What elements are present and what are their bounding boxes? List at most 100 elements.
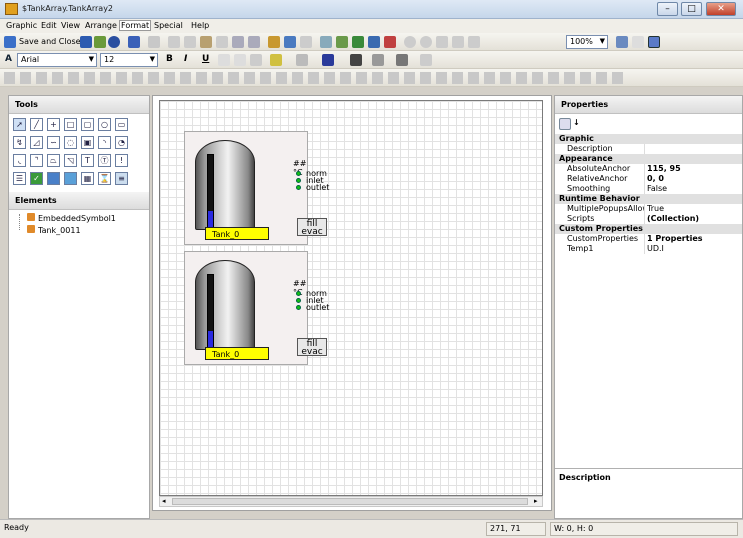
copy-icon[interactable] (184, 36, 196, 48)
font-grow-icon[interactable] (218, 54, 230, 66)
property-category[interactable]: Graphic (555, 134, 742, 144)
line-pattern-icon[interactable] (372, 54, 384, 66)
zoom-combo[interactable]: 100% ▼ (566, 35, 608, 49)
validate-icon[interactable] (384, 36, 396, 48)
undo-icon[interactable] (128, 36, 140, 48)
property-value[interactable]: 1 Properties (647, 234, 737, 244)
property-row[interactable]: Description (555, 144, 742, 154)
menu-help[interactable]: Help (191, 21, 209, 30)
line-color-icon[interactable] (270, 54, 282, 66)
arc-tool-icon[interactable]: ◝ (98, 136, 111, 149)
font-name-combo[interactable]: Arial ▼ (17, 53, 97, 67)
graphic-canvas[interactable]: Tank_0 ## °C norm inlet outlet fillevac … (159, 100, 543, 496)
zoom-fit-icon[interactable] (436, 36, 448, 48)
menu-special[interactable]: Special (154, 21, 183, 30)
menu-graphic[interactable]: Graphic (6, 21, 37, 30)
trapezoid-tool-icon[interactable]: ⏢ (47, 154, 60, 167)
property-value[interactable]: 115, 95 (647, 164, 737, 174)
font-size-combo[interactable]: 12 ▼ (100, 53, 158, 67)
corner-tool-icon[interactable]: ⌝ (30, 154, 43, 167)
redo-icon[interactable] (148, 36, 160, 48)
button-tool-icon[interactable]: ▭ (115, 118, 128, 131)
tree-item-tank-0011[interactable]: Tank_0011 (27, 225, 81, 235)
line-tool-icon[interactable]: ╱ (30, 118, 43, 131)
underline-button[interactable]: U (202, 54, 209, 64)
paste-icon[interactable] (200, 36, 212, 48)
fill-evac-button[interactable]: fill evac (297, 218, 327, 237)
tank-symbol-1[interactable]: Tank_0 ## °C norm inlet outlet fillevac (184, 131, 329, 245)
embed-icon[interactable] (268, 36, 280, 48)
help-icon[interactable] (108, 36, 120, 48)
menu-edit[interactable]: Edit (41, 21, 57, 30)
arrange-tools-icon[interactable] (4, 72, 624, 84)
pan-icon[interactable] (632, 36, 644, 48)
text-tool-icon[interactable]: T (81, 154, 94, 167)
status-tool-icon[interactable]: ! (115, 154, 128, 167)
property-row[interactable]: Smoothing False (555, 184, 742, 194)
image-tool-icon[interactable]: ▣ (81, 136, 94, 149)
property-value[interactable]: False (647, 184, 737, 194)
combo-box-tool-icon[interactable] (64, 172, 77, 185)
property-category[interactable]: Appearance (555, 154, 742, 164)
ellipse-tool-icon[interactable]: ○ (98, 118, 111, 131)
property-value[interactable]: 0, 0 (647, 174, 737, 184)
save-close-button[interactable]: Save and Close (19, 37, 81, 46)
fill-color-icon[interactable] (296, 54, 308, 66)
group-icon[interactable] (232, 36, 244, 48)
connect-icon[interactable] (300, 36, 312, 48)
textbox-tool-icon[interactable]: Ⓣ (98, 154, 111, 167)
text-align-icon[interactable] (250, 54, 262, 66)
publish-icon[interactable] (94, 36, 106, 48)
edit-box-tool-icon[interactable] (47, 172, 60, 185)
format-painter-icon[interactable] (216, 36, 228, 48)
zoom-selection-icon[interactable] (452, 36, 464, 48)
rectangle-tool-icon[interactable]: □ (64, 118, 77, 131)
fill-evac-button[interactable]: fill evac (297, 338, 327, 357)
cut-icon[interactable] (168, 36, 180, 48)
tank-symbol-2[interactable]: Tank_0 ## °C norm inlet outlet fillevac (184, 251, 329, 365)
sort-alpha-icon[interactable]: ↓ (573, 118, 580, 127)
property-category[interactable]: Runtime Behavior (555, 194, 742, 204)
italic-button[interactable]: I (184, 54, 187, 64)
polygon-tool-icon[interactable]: ◿ (30, 136, 43, 149)
hv-line-tool-icon[interactable]: + (47, 118, 60, 131)
polyline-tool-icon[interactable]: ↯ (13, 136, 26, 149)
ungroup-icon[interactable] (248, 36, 260, 48)
grid-icon[interactable] (648, 36, 660, 48)
tree-item-embeddedsymbol1[interactable]: EmbeddedSymbol1 (27, 213, 116, 223)
property-row[interactable]: MultiplePopupsAllowedTrue (555, 204, 742, 214)
bold-button[interactable]: B (166, 54, 173, 64)
layout-icon[interactable] (420, 54, 432, 66)
curve-tool-icon[interactable]: ∽ (47, 136, 60, 149)
property-row[interactable]: AbsoluteAnchor 115, 95 (555, 164, 742, 174)
save-icon[interactable] (80, 36, 92, 48)
radio-group-tool-icon[interactable]: ☰ (13, 172, 26, 185)
datetime-tool-icon[interactable]: ⌛ (98, 172, 111, 185)
checkbox-tool-icon[interactable]: ✓ (30, 172, 43, 185)
maximize-button[interactable]: □ (681, 2, 702, 16)
close-button[interactable]: ✕ (706, 2, 736, 16)
animation-icon[interactable] (320, 36, 332, 48)
pointer-tool-icon[interactable]: ➚ (13, 118, 26, 131)
triangle-tool-icon[interactable]: ◹ (64, 154, 77, 167)
scroll-thumb[interactable] (172, 498, 528, 505)
scripts-icon[interactable] (336, 36, 348, 48)
property-row[interactable]: CustomProperties 1 Properties (555, 234, 742, 244)
property-value[interactable]: (Collection) (647, 214, 737, 224)
rounded-rectangle-tool-icon[interactable]: ▢ (81, 118, 94, 131)
listbox-tool-icon[interactable]: ≡ (115, 172, 128, 185)
text-color-icon[interactable] (322, 54, 334, 66)
window-icon[interactable] (616, 36, 628, 48)
horizontal-scrollbar[interactable]: ◂ ▸ (159, 496, 543, 507)
menu-arrange[interactable]: Arrange (85, 21, 117, 30)
closed-curve-tool-icon[interactable]: ◌ (64, 136, 77, 149)
property-value[interactable]: True (647, 204, 737, 214)
property-row[interactable]: Scripts (Collection) (555, 214, 742, 224)
menu-view[interactable]: View (61, 21, 80, 30)
font-shrink-icon[interactable] (234, 54, 246, 66)
properties-icon[interactable] (352, 36, 364, 48)
line-ends-icon[interactable] (396, 54, 408, 66)
minimize-button[interactable]: – (657, 2, 678, 16)
line-weight-icon[interactable] (350, 54, 362, 66)
scroll-right-icon[interactable]: ▸ (534, 497, 538, 505)
